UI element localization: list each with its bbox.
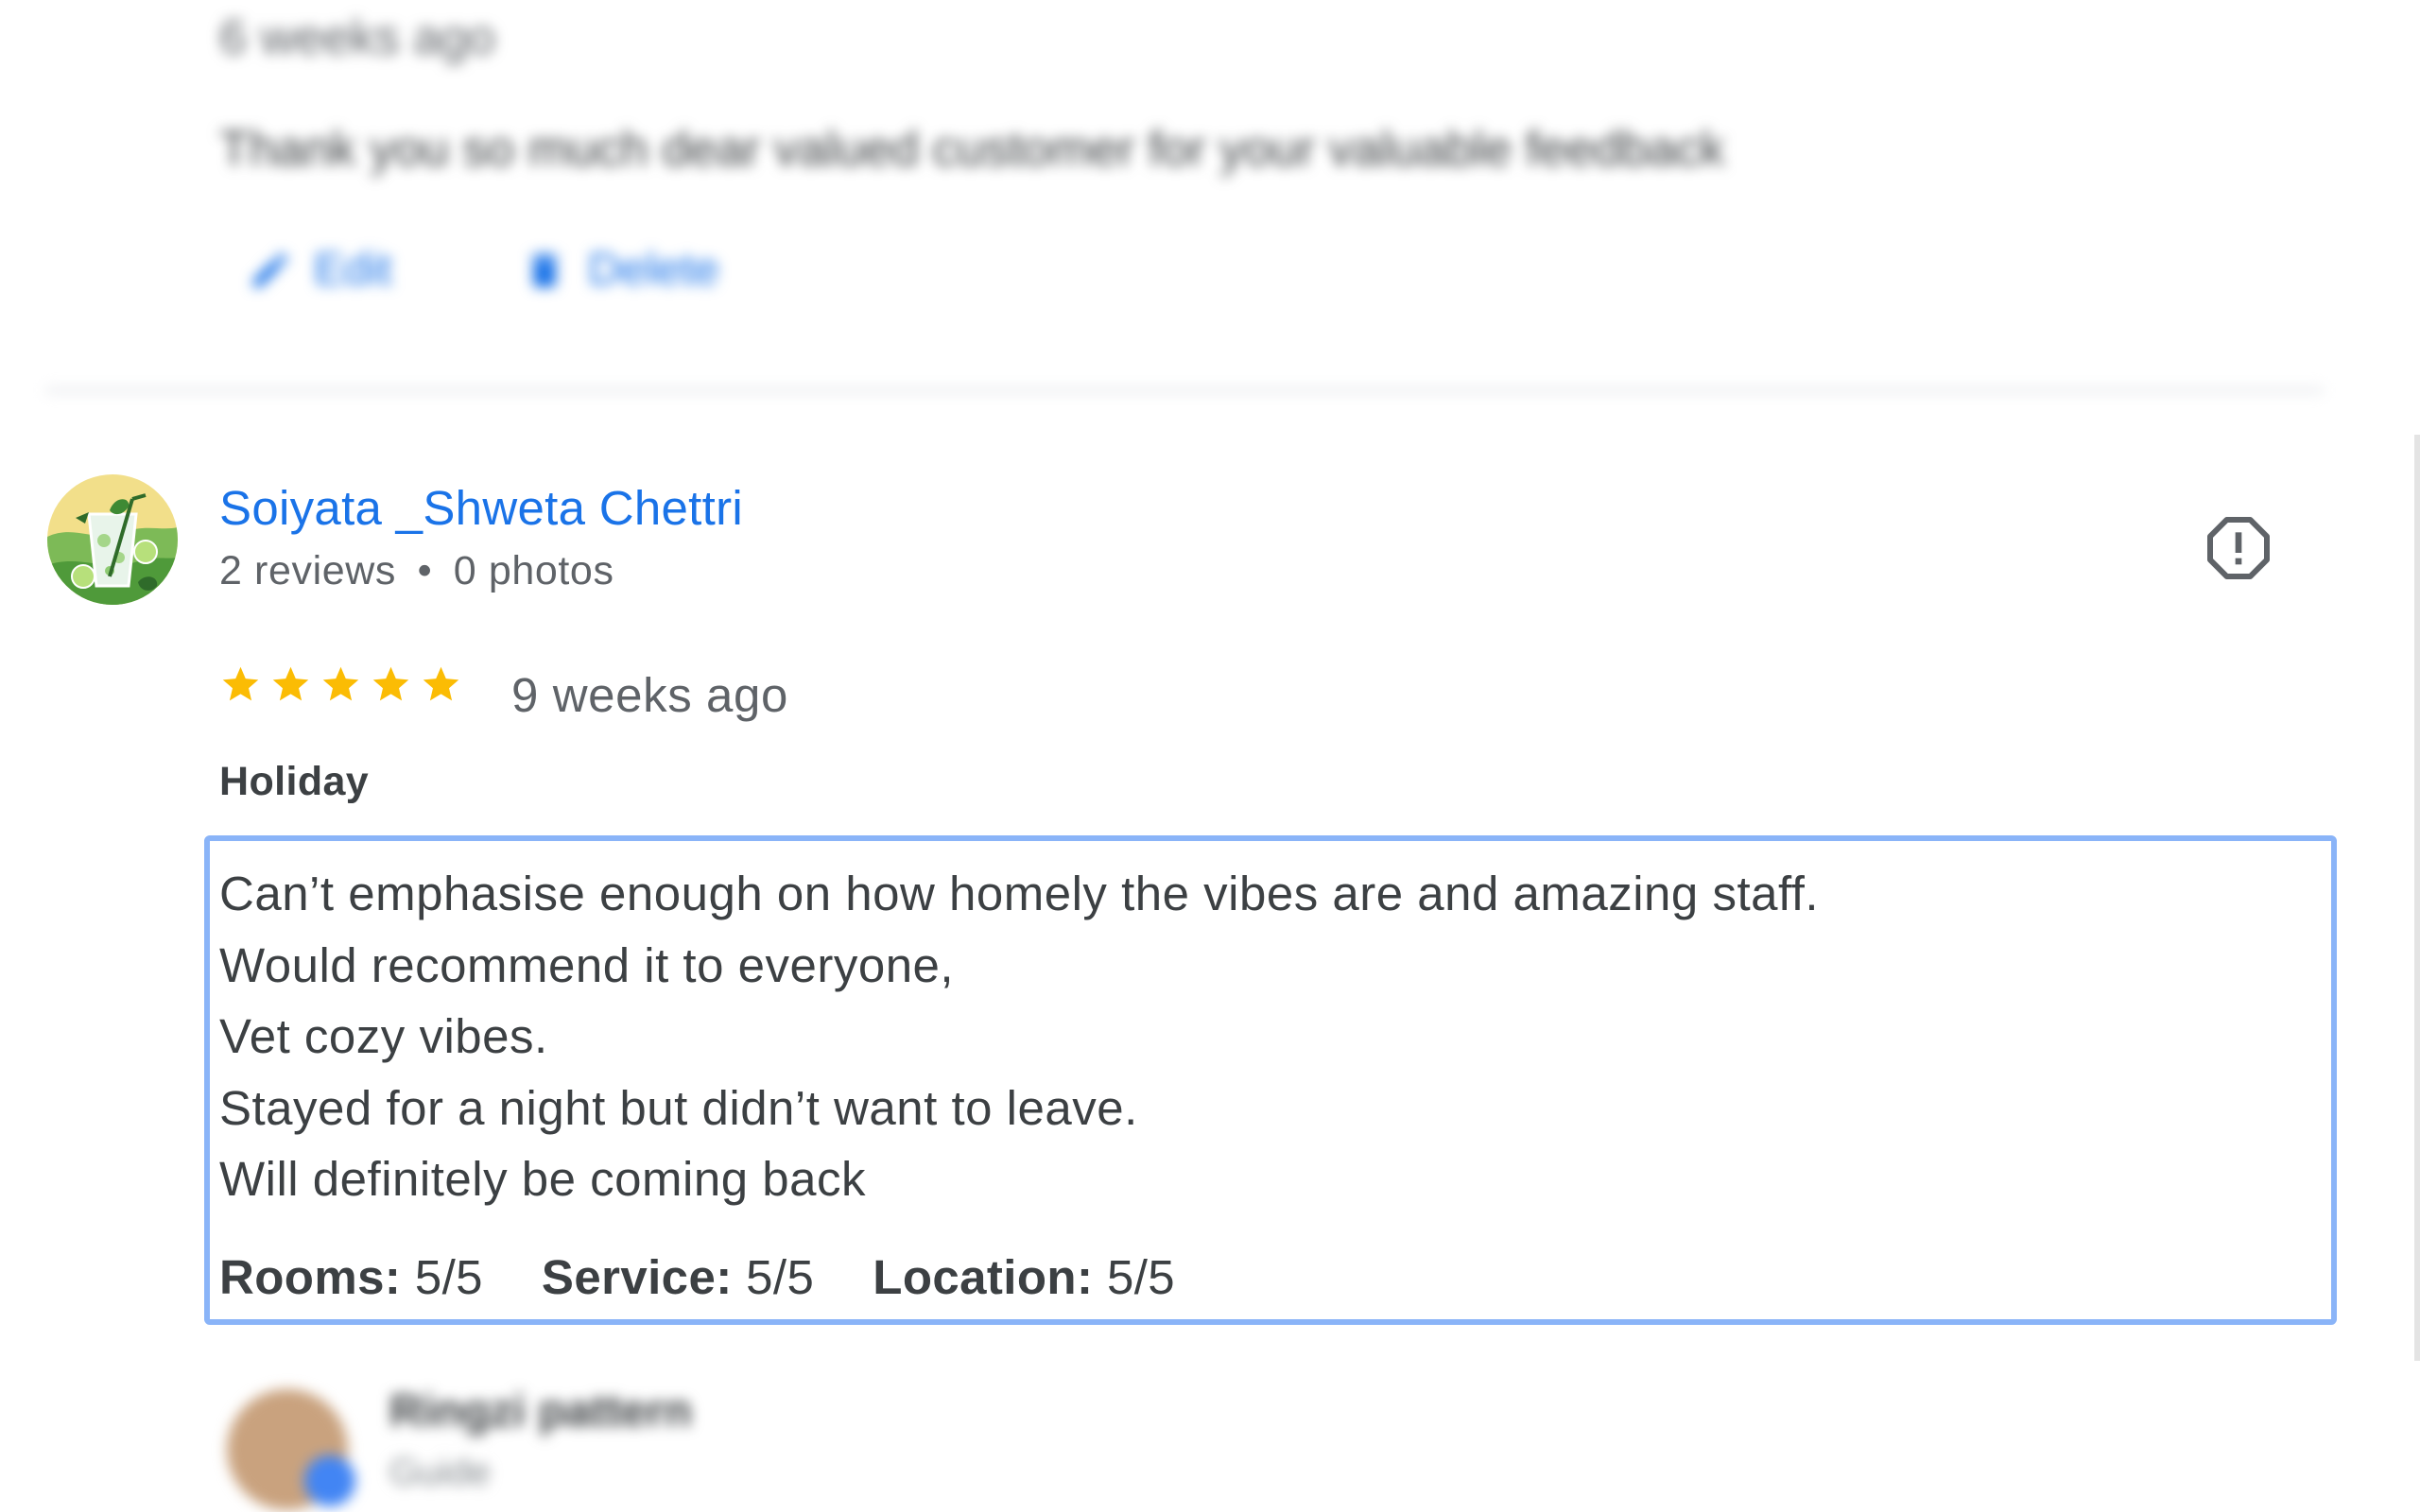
previous-owner-reply: Thank you so much dear valued customer f… bbox=[219, 122, 1725, 177]
service-rating: Service: 5/5 bbox=[542, 1249, 814, 1305]
edit-label: Edit bbox=[314, 245, 392, 295]
report-flag-icon bbox=[2207, 517, 2270, 579]
service-label: Service: bbox=[541, 1250, 733, 1304]
next-reviewer-meta: Guide bbox=[389, 1452, 491, 1493]
edit-reply-button[interactable]: Edit bbox=[248, 244, 392, 296]
delete-label: Delete bbox=[588, 245, 719, 295]
previous-review: 6 weeks ago Thank you so much dear value… bbox=[0, 0, 2420, 416]
star-icon bbox=[423, 666, 459, 701]
mojito-avatar-image bbox=[47, 474, 178, 605]
trash-icon bbox=[531, 252, 558, 287]
report-review-button[interactable] bbox=[2201, 510, 2276, 586]
reviews-panel: 6 weeks ago Thank you so much dear value… bbox=[0, 0, 2420, 1512]
review-text-line: Will definitely be coming back bbox=[219, 1152, 866, 1206]
next-review: Ringzi pattern Guide bbox=[0, 1361, 1134, 1512]
reviewer-avatar[interactable] bbox=[47, 474, 178, 605]
service-value: 5/5 bbox=[746, 1250, 815, 1304]
review-text-line: Can’t emphasise enough on how homely the… bbox=[219, 867, 1820, 920]
previous-review-time: 6 weeks ago bbox=[219, 10, 495, 65]
meta-separator: • bbox=[417, 548, 433, 593]
location-rating: Location: 5/5 bbox=[873, 1249, 1175, 1305]
reviewer-stats: 2 reviews • 0 photos bbox=[219, 548, 614, 594]
pencil-icon bbox=[253, 252, 288, 287]
next-reviewer-name[interactable]: Ringzi pattern bbox=[389, 1385, 692, 1437]
review-time: 9 weeks ago bbox=[511, 668, 788, 722]
reviewer-name-link[interactable]: Soiyata _Shweta Chettri bbox=[219, 480, 743, 536]
review-text-line: Vet cozy vibes. bbox=[219, 1009, 548, 1063]
rooms-rating: Rooms: 5/5 bbox=[219, 1249, 483, 1305]
location-label: Location: bbox=[873, 1250, 1094, 1304]
rooms-value: 5/5 bbox=[414, 1250, 483, 1304]
local-guide-badge-icon bbox=[304, 1455, 355, 1506]
rooms-label: Rooms: bbox=[219, 1250, 402, 1304]
reviews-count: 2 reviews bbox=[219, 548, 397, 593]
location-value: 5/5 bbox=[1106, 1250, 1176, 1304]
sub-ratings: Rooms: 5/5 Service: 5/5 Location: 5/5 bbox=[219, 1249, 1175, 1305]
scrollbar[interactable] bbox=[2414, 435, 2420, 1361]
review-text: Can’t emphasise enough on how homely the… bbox=[219, 858, 1819, 1215]
review-divider bbox=[45, 387, 2324, 393]
star-icon bbox=[322, 666, 359, 701]
star-icon bbox=[372, 666, 409, 701]
photos-count: 0 photos bbox=[453, 548, 614, 593]
review-text-line: Stayed for a night but didn’t want to le… bbox=[219, 1080, 1138, 1135]
trip-type: Holiday bbox=[219, 759, 370, 804]
delete-reply-button[interactable]: Delete bbox=[522, 244, 719, 296]
review-text-line: Would recommend it to everyone, bbox=[219, 937, 955, 992]
star-icon bbox=[272, 666, 309, 701]
star-rating bbox=[219, 663, 462, 706]
star-icon bbox=[222, 666, 259, 701]
